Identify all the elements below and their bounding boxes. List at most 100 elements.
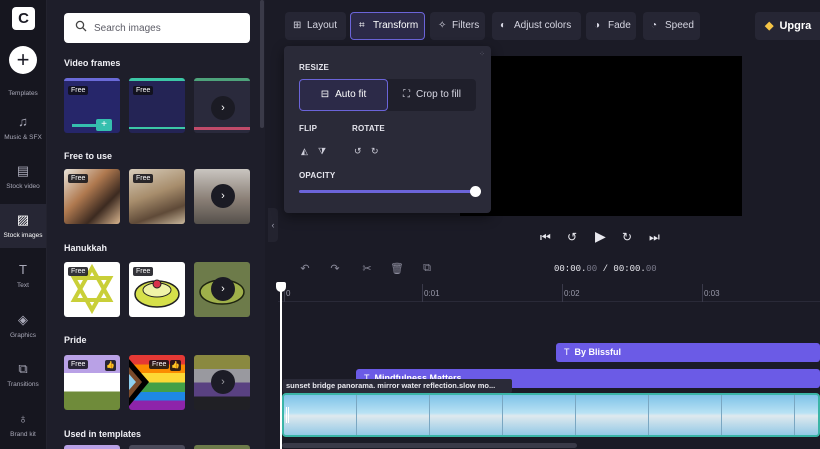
thumbnail-video-frame-1[interactable]: Free + — [64, 78, 120, 133]
timeline-tools: ↶ ↷ ✂ 🗑 ⧉ — [290, 260, 440, 280]
like-icon[interactable]: 👍 — [170, 360, 181, 371]
upgrade-button[interactable]: ◆ Upgra — [755, 12, 820, 40]
forward-5s-icon[interactable]: ↻ — [622, 230, 632, 244]
thumbnail-video-frame-3[interactable]: › — [194, 78, 250, 133]
current-time: 00:00. — [554, 264, 587, 274]
thumbnail-free-2[interactable]: Free — [129, 169, 185, 224]
rail-item-stock-images[interactable]: ▨ Stock images — [0, 204, 46, 248]
like-icon[interactable]: 👍 — [105, 360, 116, 371]
chevron-right-icon[interactable]: › — [211, 96, 235, 120]
thumbnail-template-2[interactable] — [129, 445, 185, 449]
fade-icon: ◑ — [594, 20, 601, 31]
video-frame — [576, 395, 649, 435]
thumbnail-free-3[interactable]: › — [194, 169, 250, 224]
trim-handle-icon[interactable] — [286, 407, 289, 423]
transform-button[interactable]: ⌗ Transform — [350, 12, 425, 40]
video-preview[interactable] — [460, 56, 742, 216]
speed-button[interactable]: ◔ Speed — [643, 12, 700, 40]
scissors-icon[interactable]: ✂ — [358, 262, 376, 278]
rewind-5s-icon[interactable]: ↺ — [567, 230, 577, 244]
video-clip[interactable] — [282, 393, 820, 437]
thumbnail-pride-2[interactable]: Free 👍 — [129, 355, 185, 410]
play-icon[interactable]: ▶ — [595, 228, 606, 245]
rail-item-label: Transitions — [7, 381, 39, 388]
rotate-left-icon[interactable]: ↺ — [354, 146, 362, 157]
undo-icon[interactable]: ↶ — [296, 262, 314, 278]
thumbnail-template-3[interactable] — [194, 445, 250, 449]
thumbnail-free-1[interactable]: Free — [64, 169, 120, 224]
trash-icon[interactable]: 🗑 — [388, 262, 406, 278]
skip-forward-icon[interactable]: ⏭ — [649, 230, 660, 245]
rail-item-music[interactable]: ♫ Music & SFX — [0, 114, 46, 141]
rail-item-label: Stock images — [3, 232, 43, 239]
app-logo[interactable]: C — [12, 7, 35, 30]
video-frame — [357, 395, 430, 435]
timecode-display: 00:00.00 / 00:00.00 — [554, 264, 657, 274]
crop-to-fill-label: Crop to fill — [415, 89, 461, 100]
rail-item-templates[interactable]: ▦ Templates — [0, 70, 46, 97]
rail-item-text[interactable]: T Text — [0, 262, 46, 289]
filters-button[interactable]: ✧ Filters — [430, 12, 485, 40]
flip-horizontal-icon[interactable]: ◭ — [301, 146, 308, 157]
add-to-timeline-icon[interactable]: + — [96, 119, 112, 131]
left-rail: C + ▦ Templates ♫ Music & SFX ▤ Stock vi… — [0, 0, 47, 449]
rotate-right-icon[interactable]: ↻ — [371, 146, 379, 157]
music-icon: ♫ — [18, 114, 28, 129]
thumbnail-hanukkah-3[interactable]: › — [194, 262, 250, 317]
crop-to-fill-button[interactable]: ⛶ Crop to fill — [388, 79, 476, 111]
rail-item-label: Brand kit — [10, 431, 36, 438]
thumbnail-video-frame-2[interactable]: Free — [129, 78, 185, 133]
thumbnail-template-1[interactable] — [64, 445, 120, 449]
rail-item-transitions[interactable]: ⧉ Transitions — [0, 361, 46, 388]
ruler-tick — [702, 284, 703, 302]
flip-vertical-icon[interactable]: ⧩ — [318, 146, 326, 157]
fade-button[interactable]: ◑ Fade — [586, 12, 636, 40]
search-box[interactable] — [64, 13, 250, 43]
layout-button[interactable]: ⊞ Layout — [285, 12, 346, 40]
chevron-right-icon[interactable]: › — [211, 184, 235, 208]
search-input[interactable] — [94, 13, 244, 43]
collapse-panel-icon[interactable]: ‹ — [268, 208, 278, 242]
playhead-handle[interactable] — [276, 282, 286, 292]
rail-item-label: Templates — [8, 90, 38, 97]
magic-wand-icon: ✧ — [438, 20, 447, 31]
redo-icon[interactable]: ↷ — [326, 262, 344, 278]
rail-item-graphics[interactable]: ◈ Graphics — [0, 312, 46, 339]
rail-item-stock-video[interactable]: ▤ Stock video — [0, 163, 46, 190]
shapes-icon: ◈ — [18, 312, 28, 327]
ruler-label: 0 — [286, 289, 291, 298]
timecode-separator: / — [597, 264, 614, 274]
fit-icon: ⊟ — [320, 89, 330, 100]
text-icon: T — [19, 262, 27, 277]
filters-label: Filters — [452, 20, 480, 31]
total-time: 00:00. — [613, 264, 646, 274]
speedometer-icon: ◔ — [651, 20, 658, 31]
chevron-right-icon[interactable]: › — [211, 370, 235, 394]
skip-back-icon[interactable]: ⏮ — [540, 230, 551, 245]
auto-fit-button[interactable]: ⊟ Auto fit — [299, 79, 388, 111]
adjust-colors-button[interactable]: ◐ Adjust colors — [492, 12, 581, 40]
rail-item-brand-kit[interactable]: ♁ Brand kit — [0, 411, 46, 438]
film-icon: ▤ — [16, 163, 30, 178]
thumbnail-hanukkah-1[interactable]: Free — [64, 262, 120, 317]
playhead[interactable] — [280, 285, 282, 449]
section-title-video-frames: Video frames — [64, 58, 121, 68]
opacity-slider-thumb[interactable] — [470, 186, 481, 197]
drag-handle-icon[interactable]: ⁘ — [479, 50, 485, 58]
timeline-ruler[interactable]: 0 0:01 0:02 0:03 — [278, 284, 820, 302]
thumbnail-hanukkah-2[interactable]: Free — [129, 262, 185, 317]
clipchamp-editor: C + ▦ Templates ♫ Music & SFX ▤ Stock vi… — [0, 0, 820, 449]
thumbnail-pride-1[interactable]: Free 👍 — [64, 355, 120, 410]
section-title-free-to-use: Free to use — [64, 151, 113, 161]
duplicate-icon[interactable]: ⧉ — [418, 262, 436, 278]
opacity-slider-track[interactable] — [299, 190, 476, 193]
free-badge: Free — [133, 267, 154, 276]
stock-images-panel: Video frames Free + Free › Free to use F… — [47, 0, 265, 449]
thumbnail-pride-3[interactable]: › — [194, 355, 250, 410]
video-frame — [430, 395, 503, 435]
text-clip-by-blissful[interactable]: T By Blissful — [556, 343, 820, 362]
timeline-scrollbar[interactable] — [282, 443, 577, 448]
chevron-right-icon[interactable]: › — [211, 277, 235, 301]
diamond-icon: ◆ — [765, 20, 774, 32]
library-scrollbar[interactable] — [260, 0, 264, 128]
